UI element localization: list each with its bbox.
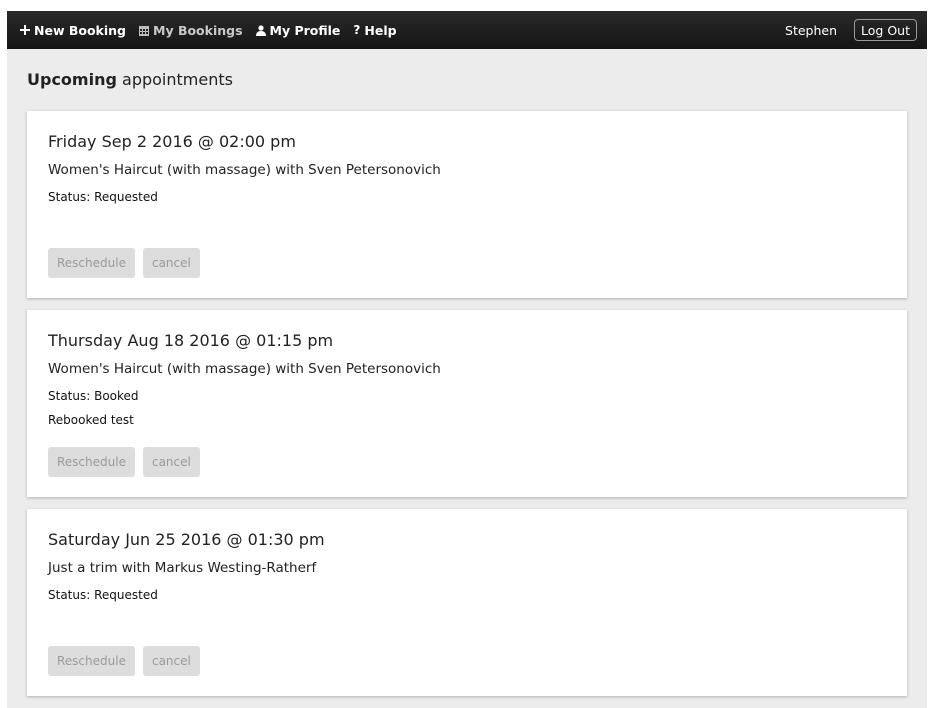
user-name: Stephen	[785, 22, 838, 38]
appointment-list: Friday Sep 2 2016 @ 02:00 pm Women's Hai…	[27, 111, 907, 708]
appointment-status: Status: Booked	[48, 389, 139, 403]
nav-user-area: Stephen Log Out	[785, 19, 917, 41]
appointment-card: Thursday Aug 18 2016 @ 01:15 pm Women's …	[27, 310, 907, 497]
page-title-bold: Upcoming	[27, 70, 117, 89]
logout-button[interactable]: Log Out	[854, 19, 917, 41]
appointment-service: Just a trim with Markus Westing-Ratherf	[48, 560, 317, 576]
cancel-button[interactable]: cancel	[142, 646, 200, 676]
appointment-service: Women's Haircut (with massage) with Sven…	[48, 361, 441, 377]
new-booking-link[interactable]: New Booking	[20, 23, 126, 38]
appointment-actions: Reschedule cancel	[48, 248, 200, 278]
reschedule-button[interactable]: Reschedule	[48, 447, 135, 477]
help-label: Help	[364, 22, 397, 38]
top-navbar: New Booking My Bookings My Profile ? Hel…	[7, 11, 927, 49]
appointment-status: Status: Requested	[48, 588, 158, 602]
my-bookings-label: My Bookings	[153, 22, 243, 38]
my-bookings-link[interactable]: My Bookings	[139, 23, 243, 38]
nav-menu: New Booking My Bookings My Profile ? Hel…	[20, 23, 397, 38]
appointment-actions: Reschedule cancel	[48, 447, 200, 477]
new-booking-label: New Booking	[34, 22, 126, 38]
appointment-actions: Reschedule cancel	[48, 646, 200, 676]
reschedule-button[interactable]: Reschedule	[48, 248, 135, 278]
appointment-card: Saturday Jun 25 2016 @ 01:30 pm Just a t…	[27, 509, 907, 696]
appointment-note: Rebooked test	[48, 413, 134, 427]
reschedule-button[interactable]: Reschedule	[48, 646, 135, 676]
appointment-service: Women's Haircut (with massage) with Sven…	[48, 162, 441, 178]
plus-icon	[20, 25, 30, 35]
page-title: Upcoming appointments	[27, 69, 927, 91]
cancel-button[interactable]: cancel	[142, 248, 200, 278]
cancel-button[interactable]: cancel	[142, 447, 200, 477]
app-window: New Booking My Bookings My Profile ? Hel…	[7, 11, 927, 708]
calendar-icon	[139, 25, 149, 36]
appointment-date: Friday Sep 2 2016 @ 02:00 pm	[48, 132, 296, 151]
appointment-status: Status: Requested	[48, 190, 158, 204]
user-icon	[255, 24, 266, 36]
appointment-date: Saturday Jun 25 2016 @ 01:30 pm	[48, 530, 325, 549]
help-link[interactable]: ? Help	[353, 23, 396, 38]
my-profile-link[interactable]: My Profile	[255, 22, 341, 38]
page-title-rest: appointments	[122, 70, 233, 89]
appointment-date: Thursday Aug 18 2016 @ 01:15 pm	[48, 331, 334, 350]
my-profile-label: My Profile	[269, 22, 341, 38]
question-icon: ?	[353, 23, 361, 37]
appointment-card: Friday Sep 2 2016 @ 02:00 pm Women's Hai…	[27, 111, 907, 298]
